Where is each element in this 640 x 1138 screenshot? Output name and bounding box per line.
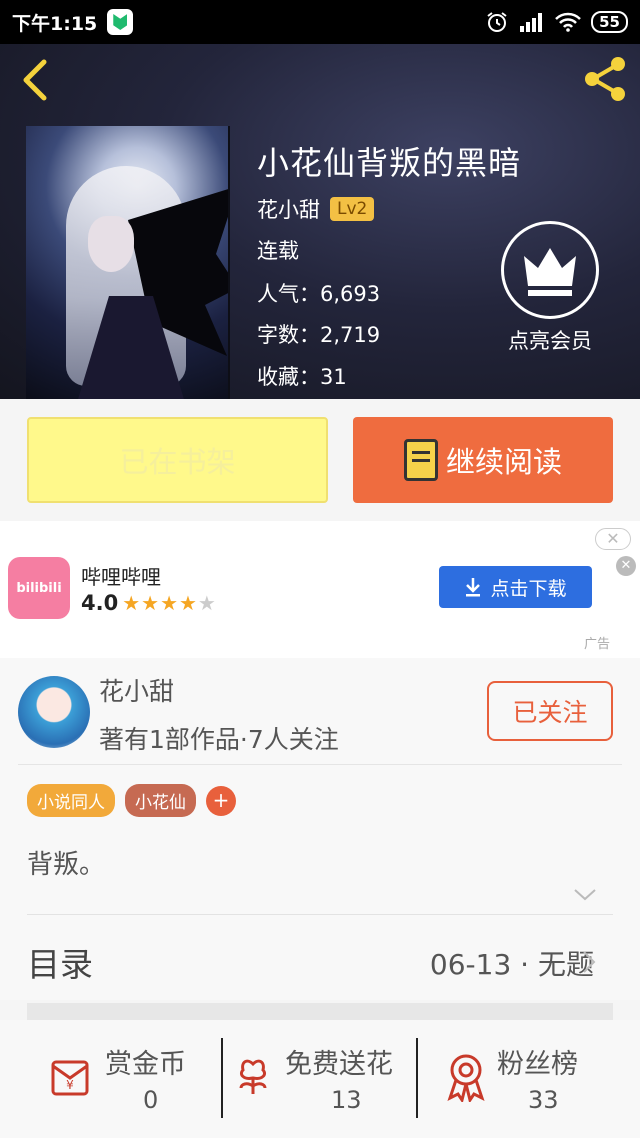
book-author-row: 花小甜 Lv2 [257, 194, 375, 224]
book-header: 小花仙背叛的黑暗 花小甜 Lv2 连载 人气：6,693 字数：2,719 收藏… [0, 44, 640, 399]
alarm-icon [487, 12, 507, 32]
author-level-badge: Lv2 [330, 197, 375, 221]
reward-value: 0 [143, 1086, 159, 1114]
reward-coins-button[interactable]: ¥ 赏金币 0 [0, 1038, 222, 1124]
ad-dismiss-icon[interactable]: ✕ [616, 556, 636, 576]
on-shelf-button[interactable]: 已在书架 [27, 417, 328, 503]
toc-latest-chapter[interactable]: 06-13 · 无题 [430, 943, 594, 983]
add-tag-button[interactable]: + [206, 785, 236, 816]
signal-icon [520, 13, 543, 32]
book-favorites: 收藏：31 [257, 365, 347, 389]
book-icon [403, 439, 438, 481]
download-icon [466, 578, 481, 597]
ad-rating-value: 4.0 [81, 591, 119, 615]
book-title: 小花仙背叛的黑暗 [257, 144, 522, 182]
author-card: 花小甜 著有1部作品·7人关注 已关注 小说同人 小花仙 + 背叛。 目录 06… [0, 658, 640, 1000]
ad-download-button[interactable]: 点击下载 [439, 566, 592, 608]
book-status: 连载 [257, 239, 299, 263]
vip-member-button[interactable]: 点亮会员 [498, 221, 602, 355]
author-name[interactable]: 花小甜 [99, 672, 174, 708]
flower-icon [239, 1059, 267, 1094]
tag-item[interactable]: 小花仙 [125, 784, 196, 817]
stats-bar: ¥ 赏金币 0 免费送花 13 粉丝榜 33 [0, 1020, 640, 1138]
ad-download-label: 点击下载 [490, 577, 567, 600]
rating-stars-icon: ★★★★★ [122, 591, 217, 615]
section-separator [27, 1003, 613, 1020]
app-notification-icon [107, 9, 134, 35]
flowers-label: 免费送花 [285, 1049, 393, 1080]
fan-ranking-button[interactable]: 粉丝榜 33 [418, 1038, 640, 1124]
fans-label: 粉丝榜 [497, 1049, 578, 1080]
book-popularity: 人气：6,693 [257, 282, 381, 306]
ad-close-button[interactable]: ✕ [595, 528, 631, 550]
svg-text:¥: ¥ [66, 1078, 74, 1092]
divider [18, 764, 622, 765]
author-stats: 著有1部作品·7人关注 [99, 725, 339, 754]
ad-banner[interactable]: ✕ ✕ bilibili 哔哩哔哩 4.0 ★★★★★ 点击下载 广告 [0, 521, 640, 658]
status-time: 下午1:15 [12, 12, 98, 35]
status-icons: 55 [485, 10, 628, 34]
divider [27, 914, 613, 915]
tag-item[interactable]: 小说同人 [27, 784, 115, 817]
share-icon[interactable] [580, 54, 630, 104]
continue-reading-label: 继续阅读 [445, 445, 562, 479]
fans-value: 33 [528, 1086, 559, 1114]
medal-icon [447, 1054, 485, 1102]
book-word-count: 字数：2,719 [257, 323, 381, 347]
book-actions: 已在书架 继续阅读 [0, 399, 640, 521]
ad-app-name: 哔哩哔哩 [81, 565, 161, 589]
chevron-down-icon[interactable] [573, 888, 597, 902]
ad-rating: 4.0 ★★★★★ [81, 591, 217, 615]
chevron-right-icon[interactable] [582, 950, 596, 974]
continue-reading-button[interactable]: 继续阅读 [353, 417, 613, 503]
red-envelope-icon: ¥ [51, 1060, 89, 1096]
back-icon[interactable] [16, 58, 56, 102]
status-bar: 下午1:15 55 [0, 0, 640, 44]
avatar[interactable] [18, 676, 90, 748]
tag-list: 小说同人 小花仙 + [27, 784, 236, 817]
battery-indicator: 55 [591, 11, 628, 33]
vip-label: 点亮会员 [508, 329, 592, 353]
wifi-icon [555, 12, 582, 32]
ad-tag: 广告 [584, 637, 611, 652]
reward-label: 赏金币 [105, 1049, 186, 1080]
crown-icon [501, 221, 599, 319]
bilibili-logo: bilibili [8, 557, 70, 619]
follow-button[interactable]: 已关注 [487, 681, 613, 741]
flowers-value: 13 [331, 1086, 362, 1114]
book-author[interactable]: 花小甜 [257, 194, 320, 224]
send-flowers-button[interactable]: 免费送花 13 [223, 1038, 417, 1124]
book-cover-image[interactable] [26, 126, 230, 399]
toc-label[interactable]: 目录 [27, 938, 93, 986]
book-description: 背叛。 [27, 850, 106, 880]
